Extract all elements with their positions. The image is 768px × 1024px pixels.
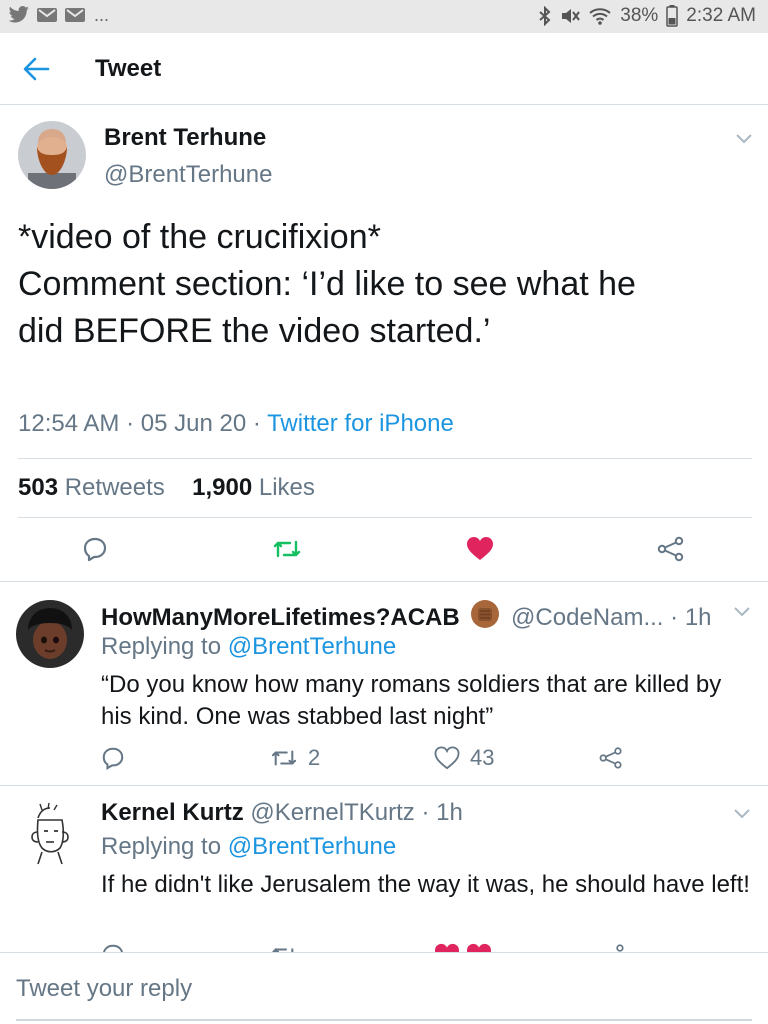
reply-age: 1h <box>684 604 712 631</box>
replying-prefix: Replying to <box>101 833 222 860</box>
tweet-text: *video of the crucifixion* Comment secti… <box>18 214 748 355</box>
chevron-down-icon[interactable] <box>735 133 753 145</box>
mute-icon <box>562 9 581 23</box>
reply-icon[interactable] <box>101 746 125 770</box>
meta-separator: · <box>421 799 437 826</box>
twitter-bird-icon <box>8 6 29 23</box>
reply-text: If he didn't like Jerusalem the way it w… <box>101 871 750 898</box>
reply-input-underline <box>16 1019 752 1021</box>
avatar-image <box>16 600 84 668</box>
author-avatar[interactable] <box>18 121 86 189</box>
retweet-icon[interactable] <box>270 943 320 952</box>
share-icon[interactable] <box>600 943 626 952</box>
tweet-source-link[interactable]: Twitter for iPhone <box>267 410 454 437</box>
tweet-text-line: *video of the crucifixion* <box>18 218 381 256</box>
reply-author-handle[interactable]: @KernelTKurtz <box>250 799 414 826</box>
replying-to: Replying to @BrentTerhune <box>101 833 396 861</box>
likes-count: 1,900 <box>192 474 253 501</box>
author-name[interactable]: Brent Terhune <box>104 124 266 152</box>
meta-separator: · <box>126 410 141 437</box>
meta-separator: · <box>252 410 268 437</box>
page-title: Tweet <box>95 55 162 82</box>
more-notifications: ... <box>94 5 110 25</box>
chevron-down-icon[interactable] <box>733 606 751 618</box>
share-icon[interactable] <box>656 536 686 562</box>
retweet-count: 2 <box>308 745 321 770</box>
like-heart-filled-icon <box>466 943 494 952</box>
retweet-action[interactable]: 2 <box>270 745 320 771</box>
system-indicators: 38% 2:32 AM <box>538 5 756 27</box>
likes-label: Likes <box>258 474 315 501</box>
reply-author-handle[interactable]: @CodeNam... <box>511 604 663 631</box>
reply-header: HowManyMoreLifetimes?ACAB @CodeNam... · … <box>101 599 712 636</box>
share-icon[interactable] <box>598 746 624 770</box>
raised-fist-emoji-icon <box>470 599 500 636</box>
mail-icon <box>37 8 57 22</box>
reply-author-name[interactable]: Kernel Kurtz <box>101 799 244 826</box>
tweet-time: 12:54 AM <box>18 410 120 437</box>
bluetooth-icon <box>539 6 551 26</box>
tweet-text-line: Comment section: ‘I’d like to see what h… <box>18 265 636 303</box>
mail-icon <box>65 8 85 22</box>
section-divider <box>0 581 768 582</box>
reply-text: “Do you know how many romans soldiers th… <box>101 671 722 730</box>
wifi-icon <box>589 8 611 25</box>
engagement-stats: 503 Retweets 1,900 Likes <box>18 474 315 502</box>
avatar-image <box>18 121 86 189</box>
status-bar: ... 38% 2:32 AM <box>0 0 768 33</box>
likes-stat[interactable]: 1,900 Likes <box>192 474 315 501</box>
reply-input[interactable]: Tweet your reply <box>16 975 192 1003</box>
retweets-label: Retweets <box>64 474 165 501</box>
retweets-count: 503 <box>18 474 59 501</box>
retweet-icon <box>271 750 297 766</box>
replying-prefix: Replying to <box>101 633 222 660</box>
reply-author-name[interactable]: HowManyMoreLifetimes?ACAB <box>101 604 460 631</box>
notification-icons: ... <box>8 6 109 24</box>
mention-link[interactable]: @BrentTerhune <box>228 833 396 860</box>
like-count: 43 <box>470 745 495 770</box>
like-action[interactable]: 43 <box>434 745 494 771</box>
heart-outline-icon <box>434 746 460 770</box>
divider <box>18 517 752 518</box>
reply-icon[interactable] <box>82 536 108 562</box>
clock: 2:32 AM <box>686 5 756 26</box>
reply-header: Kernel Kurtz @KernelTKurtz · 1h <box>101 799 463 827</box>
replying-to: Replying to @BrentTerhune <box>101 633 396 661</box>
meta-separator: · <box>670 604 685 631</box>
section-divider <box>0 785 768 786</box>
avatar-image <box>16 800 84 868</box>
tweet-action-bar <box>0 533 768 565</box>
reply-composer-bar: Tweet your reply <box>0 952 768 1024</box>
divider <box>18 458 752 459</box>
battery-icon <box>666 5 679 27</box>
reply-avatar[interactable] <box>16 800 84 868</box>
top-app-bar: Tweet <box>0 33 768 105</box>
like-heart-filled-icon[interactable] <box>466 536 494 562</box>
tweet-metadata: 12:54 AM · 05 Jun 20 · Twitter for iPhon… <box>18 410 454 438</box>
back-arrow-icon[interactable] <box>22 55 50 83</box>
battery-percent: 38% <box>620 5 659 26</box>
mention-link[interactable]: @BrentTerhune <box>228 633 396 660</box>
tweet-text-line: did BEFORE the video started.’ <box>18 312 491 350</box>
retweets-stat[interactable]: 503 Retweets <box>18 474 165 501</box>
retweet-icon[interactable] <box>272 536 302 562</box>
author-handle[interactable]: @BrentTerhune <box>104 161 272 189</box>
reply-age: 1h <box>436 799 463 826</box>
reply-avatar[interactable] <box>16 600 84 668</box>
chevron-down-icon[interactable] <box>733 808 751 820</box>
like-heart-filled-icon[interactable] <box>434 943 462 952</box>
tweet-date: 05 Jun 20 <box>140 410 247 437</box>
reply-icon[interactable] <box>101 943 125 952</box>
